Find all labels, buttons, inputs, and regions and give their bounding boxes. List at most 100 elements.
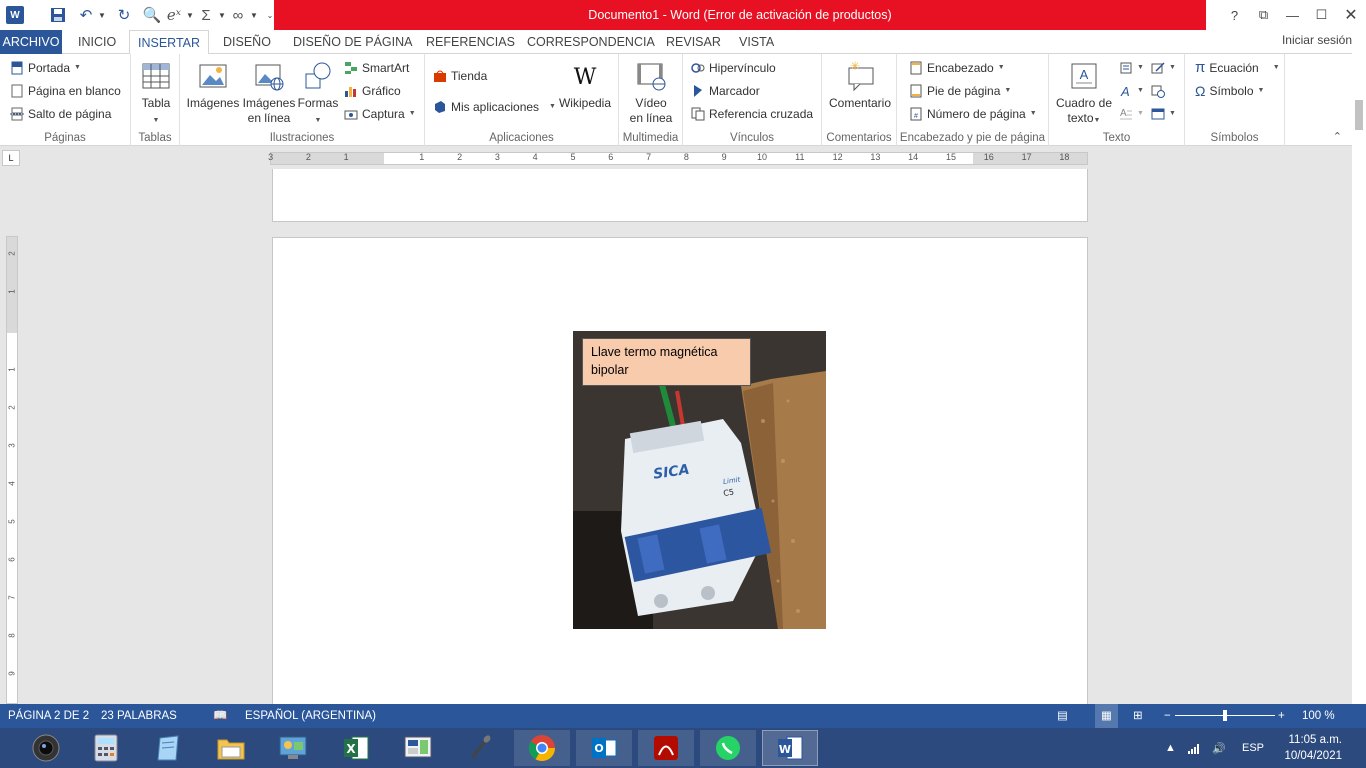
pagina-blanco-button[interactable]: Página en blanco xyxy=(10,81,121,101)
sum-dropdown-icon[interactable]: ▼ xyxy=(218,4,226,26)
zoom-level[interactable]: 100 % xyxy=(1302,704,1335,728)
whatsapp-icon[interactable] xyxy=(700,730,756,766)
horizontal-ruler[interactable]: 3 2 1 1 2 3 4 5 6 7 8 9 10 11 12 13 14 15 16 17 18 xyxy=(268,152,1088,165)
pie-pagina-button[interactable]: Pie de página ▼ xyxy=(909,81,1011,101)
notepad-icon[interactable] xyxy=(140,730,196,766)
tab-selector[interactable]: L xyxy=(2,150,20,166)
omega-icon: Ω xyxy=(1195,83,1206,99)
help-icon[interactable]: ? xyxy=(1220,0,1249,30)
cuadro-texto-button[interactable]: A Cuadro de texto▼ xyxy=(1053,60,1115,128)
object-button[interactable]: ▼ xyxy=(1151,104,1176,124)
tab-inicio[interactable]: INICIO xyxy=(70,30,124,54)
signature-line-button[interactable]: ▼ xyxy=(1151,58,1176,78)
maximize-icon[interactable]: ☐ xyxy=(1307,0,1336,30)
wordart-button[interactable]: A ▼ xyxy=(1119,81,1144,101)
tab-referencias[interactable]: REFERENCIAS xyxy=(418,30,523,54)
minimize-icon[interactable]: — xyxy=(1278,0,1307,30)
infinity-dropdown-icon[interactable]: ▼ xyxy=(250,4,258,26)
tab-vista[interactable]: VISTA xyxy=(731,30,782,54)
infinity-icon[interactable]: ∞ xyxy=(228,4,248,26)
ribbon-display-icon[interactable]: ⧉ xyxy=(1249,0,1278,30)
undo-dropdown-icon[interactable]: ▼ xyxy=(98,4,106,26)
mis-aplicaciones-button[interactable]: Mis aplicaciones ▼ xyxy=(433,97,556,117)
sum-icon[interactable]: Σ xyxy=(196,4,216,26)
zoom-slider-thumb[interactable] xyxy=(1223,710,1227,721)
tab-insertar[interactable]: INSERTAR xyxy=(129,30,210,55)
customize-icon[interactable]: ⌄ xyxy=(266,4,274,26)
word-taskbar-icon[interactable]: W xyxy=(762,730,818,766)
proofing-icon[interactable]: 📖 xyxy=(213,704,227,728)
grafico-button[interactable]: Gráfico xyxy=(344,81,401,101)
simbolo-button[interactable]: Ω Símbolo ▼ xyxy=(1195,81,1264,101)
equation-icon[interactable]: eˣ xyxy=(164,4,184,26)
page-count[interactable]: PÁGINA 2 DE 2 xyxy=(8,704,89,728)
page-1-bottom[interactable] xyxy=(272,169,1088,222)
page-2[interactable]: SICA C5 Limit Llave termo magnética bipo… xyxy=(272,237,1088,717)
referencia-cruzada-button[interactable]: Referencia cruzada xyxy=(691,104,813,124)
tab-archivo[interactable]: ARCHIVO xyxy=(0,30,62,54)
web-layout-icon[interactable]: ⊞ xyxy=(1133,704,1143,728)
inserted-picture[interactable]: SICA C5 Limit Llave termo magnética bipo… xyxy=(573,331,826,629)
imagenes-linea-button[interactable]: Imágenes en línea xyxy=(242,60,296,126)
system-clock[interactable]: 11:05 a.m. 10/04/2021 xyxy=(1284,732,1342,764)
control-panel-icon[interactable] xyxy=(265,730,321,766)
vertical-scrollbar[interactable] xyxy=(1352,30,1366,704)
calculator-icon[interactable] xyxy=(78,730,134,766)
document-area[interactable]: SICA C5 Limit Llave termo magnética bipo… xyxy=(0,169,1352,717)
tienda-button[interactable]: Tienda xyxy=(433,66,487,86)
outlook-icon[interactable]: O xyxy=(576,730,632,766)
tab-revisar[interactable]: REVISAR xyxy=(658,30,729,54)
marcador-button[interactable]: Marcador xyxy=(691,81,760,101)
tray-chevron-icon[interactable]: ▲ xyxy=(1165,728,1176,768)
remote-desktop-icon[interactable] xyxy=(390,730,446,766)
read-mode-icon[interactable]: ▤ xyxy=(1057,704,1068,728)
imagenes-button[interactable]: Imágenes xyxy=(185,60,241,111)
comentario-button[interactable]: ✳ Comentario xyxy=(826,60,894,111)
acrobat-icon[interactable] xyxy=(638,730,694,766)
collapse-ribbon-icon[interactable]: ⌃ xyxy=(1333,130,1342,143)
ecuacion-button[interactable]: π Ecuación ▼ xyxy=(1195,58,1280,78)
chrome-icon[interactable] xyxy=(514,730,570,766)
tab-diseno[interactable]: DISEÑO xyxy=(215,30,279,54)
zoom-slider[interactable] xyxy=(1175,704,1275,728)
smartart-button[interactable]: SmartArt xyxy=(344,58,409,78)
word-count[interactable]: 23 PALABRAS xyxy=(101,704,177,728)
caption-text-box[interactable]: Llave termo magnética bipolar xyxy=(582,338,751,386)
file-explorer-icon[interactable] xyxy=(203,730,259,766)
encabezado-button[interactable]: Encabezado ▼ xyxy=(909,58,1005,78)
drop-cap-button[interactable]: A ▼ xyxy=(1119,104,1144,124)
hipervinculo-button[interactable]: Hipervínculo xyxy=(691,58,776,78)
save-icon[interactable] xyxy=(48,4,68,26)
input-language[interactable]: ESP xyxy=(1242,728,1264,768)
signin-link[interactable]: Iniciar sesión xyxy=(1282,30,1352,54)
date-time-button[interactable] xyxy=(1151,81,1165,101)
camera-icon[interactable] xyxy=(18,730,74,766)
tab-correspondencia[interactable]: CORRESPONDENCIA xyxy=(519,30,663,54)
undo-icon[interactable]: ↶ xyxy=(76,4,96,26)
network-icon[interactable] xyxy=(1188,728,1202,768)
close-icon[interactable]: ✕ xyxy=(1336,0,1366,30)
zoom-out-icon[interactable]: − xyxy=(1164,704,1171,728)
language-status[interactable]: ESPAÑOL (ARGENTINA) xyxy=(245,704,376,728)
print-layout-icon[interactable]: ▦ xyxy=(1095,704,1118,728)
quick-parts-button[interactable]: ▼ xyxy=(1119,58,1144,78)
video-linea-button[interactable]: Vídeo en línea xyxy=(623,60,679,126)
captura-button[interactable]: Captura ▼ xyxy=(344,104,416,124)
print-preview-icon[interactable]: 🔍 xyxy=(142,4,162,26)
word-icon[interactable]: W xyxy=(6,6,24,24)
portada-button[interactable]: Portada ▼ xyxy=(10,58,81,78)
tabla-button[interactable]: Tabla ▼ xyxy=(137,60,175,128)
numero-pagina-button[interactable]: # Número de página ▼ xyxy=(909,104,1037,124)
wikipedia-button[interactable]: W Wikipedia xyxy=(555,60,615,111)
vertical-ruler[interactable]: 2 1 1 2 3 4 5 6 7 8 9 xyxy=(6,236,18,704)
microphone-icon[interactable] xyxy=(452,730,508,766)
equation-dropdown-icon[interactable]: ▼ xyxy=(186,4,194,26)
tab-diseno-pagina[interactable]: DISEÑO DE PÁGINA xyxy=(285,30,420,54)
formas-button[interactable]: Formas ▼ xyxy=(297,60,339,128)
salto-pagina-button[interactable]: Salto de página xyxy=(10,104,111,124)
volume-icon[interactable]: 🔊 xyxy=(1212,728,1226,768)
excel-icon[interactable]: X xyxy=(328,730,384,766)
scrollbar-thumb[interactable] xyxy=(1355,100,1363,130)
zoom-in-icon[interactable]: + xyxy=(1278,704,1285,728)
redo-icon[interactable]: ↻ xyxy=(114,4,134,26)
